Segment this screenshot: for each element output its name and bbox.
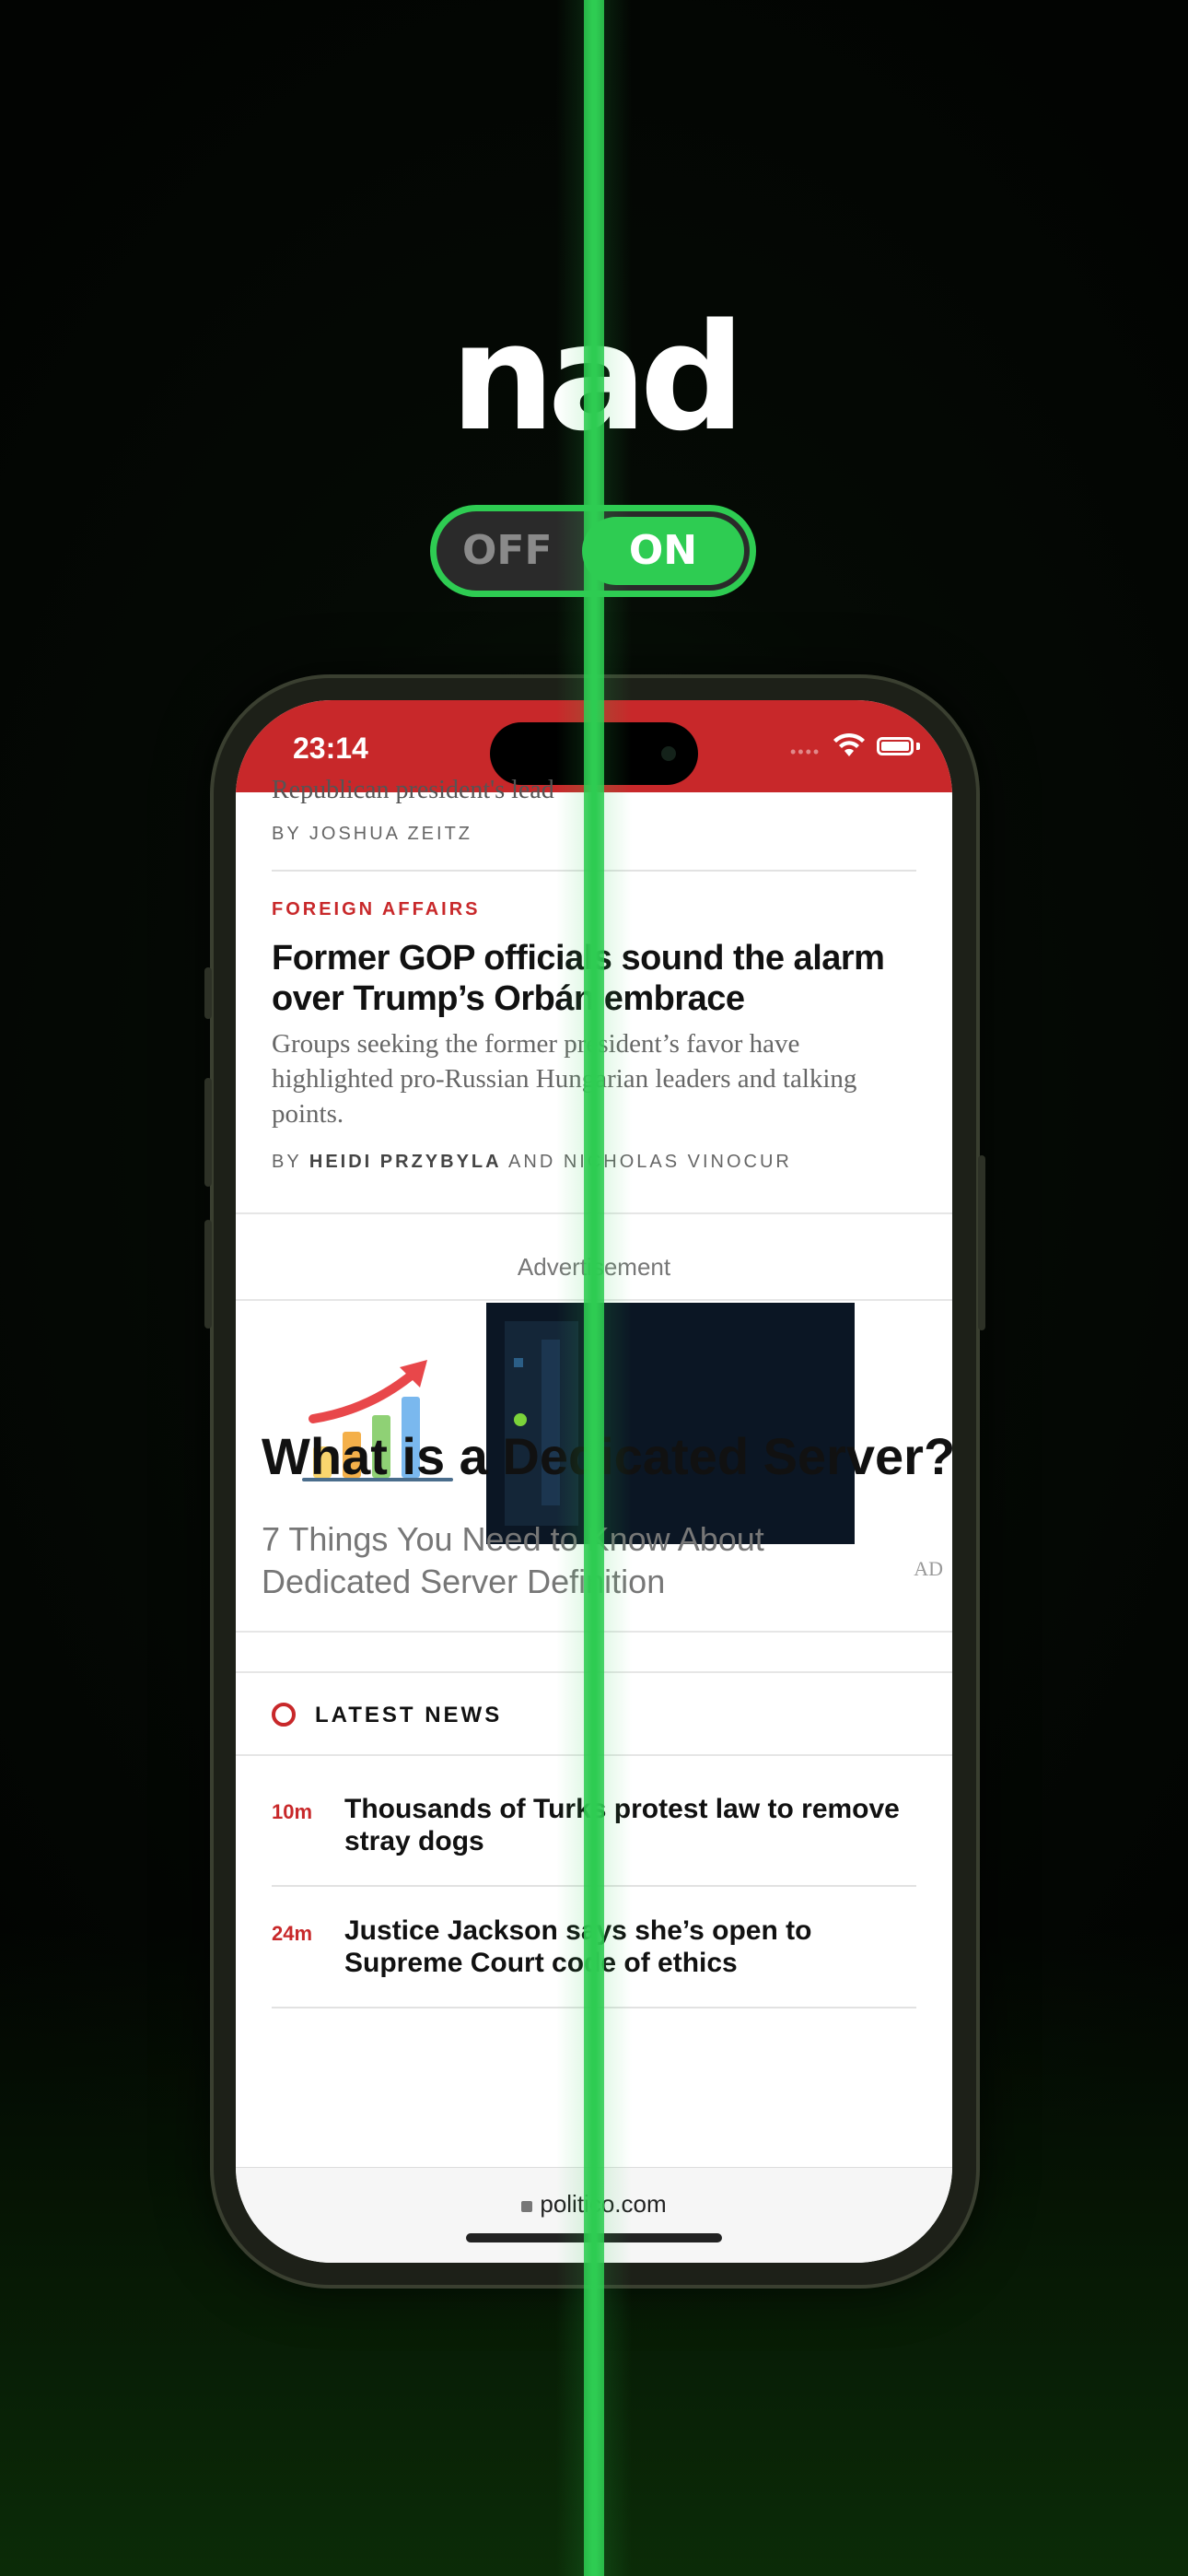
ad-subtitle: 7 Things You Need to Know About Dedicate… xyxy=(262,1518,764,1603)
article-byline: BY HEIDI PRZYBYLA AND NICHOLAS VINOCUR xyxy=(272,1152,792,1173)
news-time: 10m xyxy=(272,1800,313,1823)
ad-tag[interactable]: AD xyxy=(914,1557,943,1581)
toggle-off-label: OFF xyxy=(462,527,553,574)
ad-subtitle-line: 7 Things You Need to Know About xyxy=(262,1520,764,1558)
latest-news-title[interactable]: LATEST NEWS xyxy=(315,1703,502,1728)
news-time: 24m xyxy=(272,1922,313,1945)
battery-icon xyxy=(877,737,914,755)
article-kicker[interactable]: FOREIGN AFFAIRS xyxy=(272,899,480,920)
byline-author[interactable]: HEIDI PRZYBYLA xyxy=(309,1152,502,1172)
action-button xyxy=(204,967,212,1019)
server-image[interactable] xyxy=(486,1303,855,1544)
lock-icon xyxy=(521,2201,533,2212)
camera-icon xyxy=(661,746,676,761)
previous-byline: BY JOSHUA ZEITZ xyxy=(272,824,472,845)
byline-and: AND xyxy=(508,1152,556,1172)
previous-article-dek: Republican president's lead xyxy=(272,776,554,804)
byline-prefix: BY xyxy=(272,824,302,844)
wifi-icon xyxy=(833,732,865,756)
signal-icon: •••• xyxy=(790,743,821,761)
volume-up-button xyxy=(204,1078,212,1187)
status-time: 23:14 xyxy=(293,732,368,765)
byline-author[interactable]: JOSHUA ZEITZ xyxy=(309,824,472,844)
server-rack-icon xyxy=(486,1303,855,1544)
battery-cap xyxy=(916,743,920,750)
power-button xyxy=(978,1155,985,1330)
byline-prefix: BY xyxy=(272,1152,302,1172)
comparison-divider[interactable] xyxy=(584,0,604,2576)
live-circle-icon xyxy=(272,1703,296,1727)
ad-subtitle-line: Dedicated Server Definition xyxy=(262,1563,666,1600)
volume-down-button xyxy=(204,1220,212,1329)
